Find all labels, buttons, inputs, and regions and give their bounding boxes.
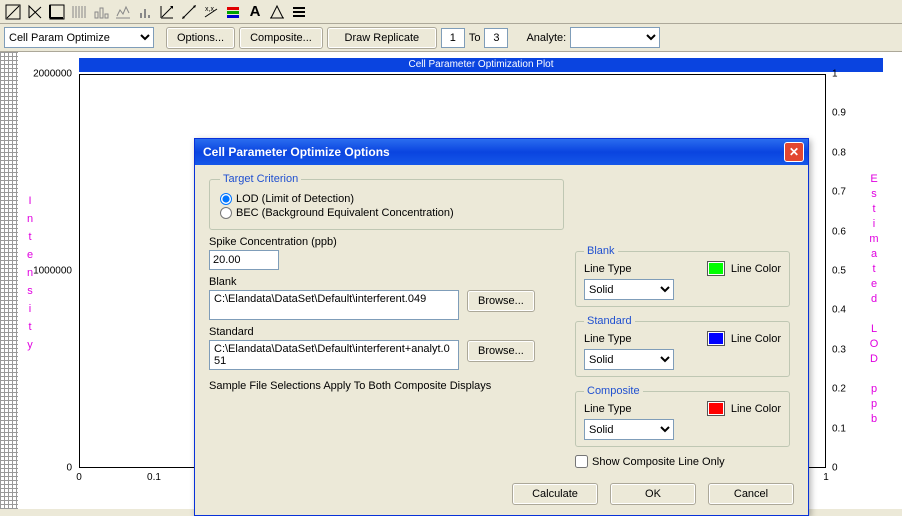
standard-style-group: Standard Line Type Line Color Solid [575, 315, 790, 377]
tool-lines-icon[interactable] [288, 1, 310, 23]
tool-5-icon[interactable] [90, 1, 112, 23]
tool-1-icon[interactable] [2, 1, 24, 23]
standard-path-input[interactable]: C:\Elandata\DataSet\Default\interferent+… [209, 340, 459, 370]
radio-bec-input[interactable] [220, 207, 232, 219]
analyte-label: Analyte: [526, 32, 566, 44]
mode-combo[interactable]: Cell Param Optimize [4, 27, 154, 48]
tool-11-icon[interactable] [222, 1, 244, 23]
target-criterion-group: Target Criterion LOD (Limit of Detection… [209, 173, 564, 230]
cancel-button[interactable]: Cancel [708, 483, 794, 505]
composite-linetype-label: Line Type [584, 403, 632, 415]
close-icon[interactable]: ✕ [784, 142, 804, 162]
composite-color-swatch[interactable] [707, 401, 725, 416]
plot-area: Cell Parameter Optimization Plot 2000000… [0, 52, 902, 509]
blank-browse-button[interactable]: Browse... [467, 290, 535, 312]
draw-replicate-button[interactable]: Draw Replicate [327, 27, 437, 49]
to-label: To [469, 32, 481, 44]
radio-lod-input[interactable] [220, 193, 232, 205]
left-gutter [0, 52, 18, 509]
blank-style-group: Blank Line Type Line Color Solid [575, 245, 790, 307]
standard-linetype-label: Line Type [584, 333, 632, 345]
y2-tick: 0.5 [832, 266, 846, 277]
blank-legend: Blank [584, 245, 618, 257]
y2-tick: 0.3 [832, 345, 846, 356]
standard-linetype-combo[interactable]: Solid [584, 349, 674, 370]
replicate-from-input[interactable] [441, 28, 465, 48]
blank-path-input[interactable]: C:\Elandata\DataSet\Default\interferent.… [209, 290, 459, 320]
y2-tick: 0.9 [832, 108, 846, 119]
blank-color-swatch[interactable] [707, 261, 725, 276]
composite-legend: Composite [584, 385, 643, 397]
show-composite-only-label: Show Composite Line Only [592, 456, 725, 468]
calculate-button[interactable]: Calculate [512, 483, 598, 505]
y-tick: 0 [66, 463, 72, 474]
standard-browse-button[interactable]: Browse... [467, 340, 535, 362]
radio-bec-label: BEC (Background Equivalent Concentration… [236, 207, 454, 219]
y-tick: 2000000 [33, 69, 72, 80]
spike-label: Spike Concentration (ppb) [209, 236, 564, 248]
composite-style-group: Composite Line Type Line Color Solid [575, 385, 790, 447]
y-tick: 1000000 [33, 266, 72, 277]
composite-button[interactable]: Composite... [239, 27, 323, 49]
analyte-combo[interactable] [570, 27, 660, 48]
y2-tick: 0.6 [832, 227, 846, 238]
tool-4-icon[interactable] [68, 1, 90, 23]
dialog-title: Cell Parameter Optimize Options [203, 145, 390, 159]
y2-tick: 0.8 [832, 148, 846, 159]
standard-legend: Standard [584, 315, 635, 327]
standard-color-swatch[interactable] [707, 331, 725, 346]
radio-lod-label: LOD (Limit of Detection) [236, 193, 354, 205]
tool-6-icon[interactable] [112, 1, 134, 23]
y2-tick: 0 [832, 463, 838, 474]
options-button[interactable]: Options... [166, 27, 235, 49]
tool-10-icon[interactable]: x,x [200, 1, 222, 23]
standard-linecolor-label: Line Color [731, 333, 781, 345]
y2-axis-label: EstimatedLODppb [868, 172, 880, 427]
tool-9-icon[interactable] [178, 1, 200, 23]
dialog-titlebar: Cell Parameter Optimize Options ✕ [195, 139, 808, 165]
x-tick: 0.1 [147, 472, 161, 483]
blank-linetype-label: Line Type [584, 263, 632, 275]
y2-tick: 1 [832, 69, 838, 80]
tool-2-icon[interactable] [24, 1, 46, 23]
composite-linecolor-label: Line Color [731, 403, 781, 415]
x-tick: 1 [823, 472, 829, 483]
y2-tick: 0.4 [832, 305, 846, 316]
tool-3-icon[interactable] [46, 1, 68, 23]
standard-label: Standard [209, 326, 564, 338]
blank-linecolor-label: Line Color [731, 263, 781, 275]
plot-title-bar: Cell Parameter Optimization Plot [79, 58, 883, 72]
ok-button[interactable]: OK [610, 483, 696, 505]
blank-label: Blank [209, 276, 564, 288]
radio-bec[interactable]: BEC (Background Equivalent Concentration… [220, 207, 553, 219]
tool-8-icon[interactable] [156, 1, 178, 23]
radio-lod[interactable]: LOD (Limit of Detection) [220, 193, 553, 205]
controls-toolbar: Cell Param Optimize Options... Composite… [0, 24, 902, 52]
chart-toolbar: x,x A [0, 0, 902, 24]
x-tick: 0 [76, 472, 82, 483]
y2-tick: 0.1 [832, 424, 846, 435]
target-criterion-legend: Target Criterion [220, 173, 301, 185]
y-axis-label: Intensity [24, 192, 36, 354]
composite-linetype-combo[interactable]: Solid [584, 419, 674, 440]
blank-linetype-combo[interactable]: Solid [584, 279, 674, 300]
options-dialog: Cell Parameter Optimize Options ✕ Target… [194, 138, 809, 516]
show-composite-only-checkbox[interactable] [575, 455, 588, 468]
replicate-to-input[interactable] [484, 28, 508, 48]
show-composite-only[interactable]: Show Composite Line Only [575, 455, 790, 468]
tool-7-icon[interactable] [134, 1, 156, 23]
y2-tick: 0.2 [832, 384, 846, 395]
tool-peak-icon[interactable] [266, 1, 288, 23]
note-text: Sample File Selections Apply To Both Com… [209, 380, 564, 392]
tool-text-icon[interactable]: A [244, 1, 266, 23]
spike-input[interactable] [209, 250, 279, 270]
y2-tick: 0.7 [832, 187, 846, 198]
